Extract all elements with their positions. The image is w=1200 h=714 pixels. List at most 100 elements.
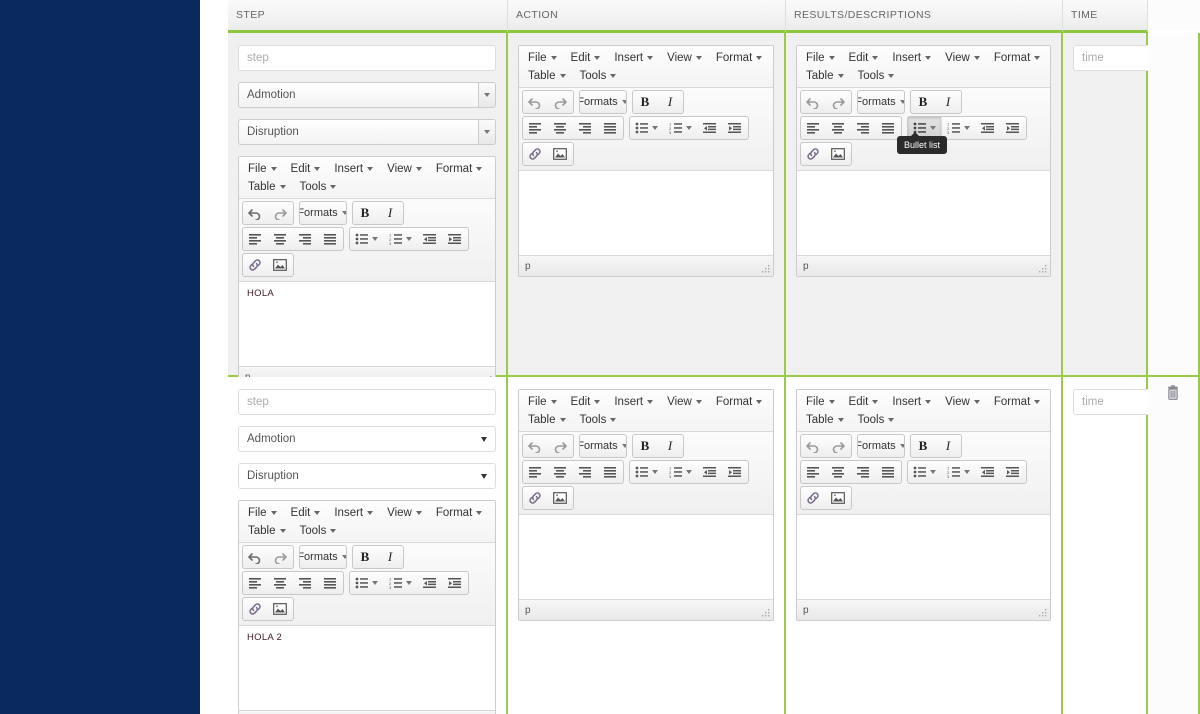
admotion-select[interactable]: Admotion bbox=[238, 426, 496, 452]
align-justify-icon[interactable] bbox=[876, 461, 901, 483]
menu-file[interactable]: File bbox=[799, 393, 842, 411]
menu-edit[interactable]: Edit bbox=[284, 504, 328, 522]
align-left-icon[interactable] bbox=[243, 228, 268, 250]
bold-button[interactable]: B bbox=[911, 91, 936, 113]
numbered-list-button[interactable]: 123 bbox=[384, 572, 418, 594]
image-icon[interactable] bbox=[826, 143, 851, 165]
bold-button[interactable]: B bbox=[911, 435, 936, 457]
align-center-icon[interactable] bbox=[548, 117, 573, 139]
step-editor-body[interactable]: HOLA bbox=[239, 282, 495, 366]
bullet-list-button[interactable] bbox=[630, 461, 664, 483]
link-icon[interactable] bbox=[243, 254, 268, 276]
menu-view[interactable]: View bbox=[660, 49, 709, 67]
menu-edit[interactable]: Edit bbox=[564, 49, 608, 67]
menu-tools[interactable]: Tools bbox=[293, 522, 344, 540]
indent-button[interactable] bbox=[723, 461, 748, 483]
menu-view[interactable]: View bbox=[380, 160, 429, 178]
menu-edit[interactable]: Edit bbox=[284, 160, 328, 178]
italic-button[interactable]: I bbox=[658, 91, 683, 113]
numbered-list-button[interactable]: 123 bbox=[664, 117, 698, 139]
step-input[interactable]: step bbox=[238, 45, 496, 71]
undo-button[interactable] bbox=[801, 435, 826, 457]
align-right-icon[interactable] bbox=[293, 572, 318, 594]
indent-button[interactable] bbox=[443, 228, 468, 250]
menu-tools[interactable]: Tools bbox=[851, 411, 902, 429]
align-center-icon[interactable] bbox=[268, 228, 293, 250]
redo-button[interactable] bbox=[548, 435, 573, 457]
menu-file[interactable]: File bbox=[521, 49, 564, 67]
menu-insert[interactable]: Insert bbox=[885, 393, 938, 411]
formats-dropdown[interactable]: Formats bbox=[300, 546, 346, 568]
menu-format[interactable]: Format bbox=[709, 393, 769, 411]
numbered-list-button[interactable]: 123 bbox=[942, 117, 976, 139]
menu-file[interactable]: File bbox=[799, 49, 842, 67]
outdent-button[interactable] bbox=[976, 117, 1001, 139]
align-justify-icon[interactable] bbox=[318, 572, 343, 594]
align-right-icon[interactable] bbox=[851, 117, 876, 139]
formats-dropdown[interactable]: Formats bbox=[580, 435, 626, 457]
results-rich-text-editor[interactable]: File Edit Insert View Format Table Tools bbox=[796, 389, 1051, 621]
menu-table[interactable]: Table bbox=[241, 522, 293, 540]
menu-file[interactable]: File bbox=[241, 504, 284, 522]
align-justify-icon[interactable] bbox=[598, 117, 623, 139]
admotion-select[interactable]: Admotion bbox=[238, 82, 496, 108]
menu-tools[interactable]: Tools bbox=[851, 67, 902, 85]
indent-button[interactable] bbox=[1001, 117, 1026, 139]
menu-view[interactable]: View bbox=[380, 504, 429, 522]
menu-insert[interactable]: Insert bbox=[607, 393, 660, 411]
numbered-list-button[interactable]: 123 bbox=[384, 228, 418, 250]
link-icon[interactable] bbox=[523, 143, 548, 165]
image-icon[interactable] bbox=[268, 598, 293, 620]
menu-format[interactable]: Format bbox=[709, 49, 769, 67]
formats-dropdown[interactable]: Formats bbox=[858, 91, 904, 113]
bold-button[interactable]: B bbox=[633, 91, 658, 113]
align-right-icon[interactable] bbox=[573, 117, 598, 139]
menu-insert[interactable]: Insert bbox=[327, 504, 380, 522]
menu-tools[interactable]: Tools bbox=[573, 67, 624, 85]
menu-insert[interactable]: Insert bbox=[885, 49, 938, 67]
undo-button[interactable] bbox=[801, 91, 826, 113]
resize-grip-icon[interactable] bbox=[1038, 264, 1048, 274]
menu-edit[interactable]: Edit bbox=[842, 49, 886, 67]
action-editor-body[interactable] bbox=[519, 171, 773, 255]
formats-dropdown[interactable]: Formats bbox=[580, 91, 626, 113]
align-justify-icon[interactable] bbox=[318, 228, 343, 250]
results-rich-text-editor[interactable]: File Edit Insert View Format Table Tools bbox=[796, 45, 1051, 277]
align-center-icon[interactable] bbox=[826, 461, 851, 483]
italic-button[interactable]: I bbox=[378, 546, 403, 568]
undo-button[interactable] bbox=[243, 202, 268, 224]
menu-format[interactable]: Format bbox=[429, 160, 489, 178]
italic-button[interactable]: I bbox=[658, 435, 683, 457]
align-justify-icon[interactable] bbox=[598, 461, 623, 483]
undo-button[interactable] bbox=[523, 435, 548, 457]
image-icon[interactable] bbox=[548, 143, 573, 165]
bullet-list-button[interactable] bbox=[350, 228, 384, 250]
menu-format[interactable]: Format bbox=[987, 49, 1047, 67]
disruption-select[interactable]: Disruption bbox=[238, 463, 496, 489]
menu-table[interactable]: Table bbox=[799, 67, 851, 85]
align-right-icon[interactable] bbox=[573, 461, 598, 483]
menu-table[interactable]: Table bbox=[799, 411, 851, 429]
disruption-select[interactable]: Disruption bbox=[238, 119, 496, 145]
indent-button[interactable] bbox=[723, 117, 748, 139]
bullet-list-button[interactable] bbox=[350, 572, 384, 594]
action-rich-text-editor[interactable]: File Edit Insert View Format Table Tools bbox=[518, 389, 774, 621]
link-icon[interactable] bbox=[801, 487, 826, 509]
menu-view[interactable]: View bbox=[660, 393, 709, 411]
align-left-icon[interactable] bbox=[523, 117, 548, 139]
redo-button[interactable] bbox=[548, 91, 573, 113]
italic-button[interactable]: I bbox=[936, 435, 961, 457]
numbered-list-button[interactable]: 123 bbox=[942, 461, 976, 483]
resize-grip-icon[interactable] bbox=[1038, 608, 1048, 618]
image-icon[interactable] bbox=[826, 487, 851, 509]
menu-tools[interactable]: Tools bbox=[293, 178, 344, 196]
link-icon[interactable] bbox=[243, 598, 268, 620]
indent-button[interactable] bbox=[443, 572, 468, 594]
align-center-icon[interactable] bbox=[268, 572, 293, 594]
menu-view[interactable]: View bbox=[938, 393, 987, 411]
menu-table[interactable]: Table bbox=[521, 411, 573, 429]
align-left-icon[interactable] bbox=[523, 461, 548, 483]
align-left-icon[interactable] bbox=[801, 117, 826, 139]
bold-button[interactable]: B bbox=[353, 546, 378, 568]
menu-view[interactable]: View bbox=[938, 49, 987, 67]
